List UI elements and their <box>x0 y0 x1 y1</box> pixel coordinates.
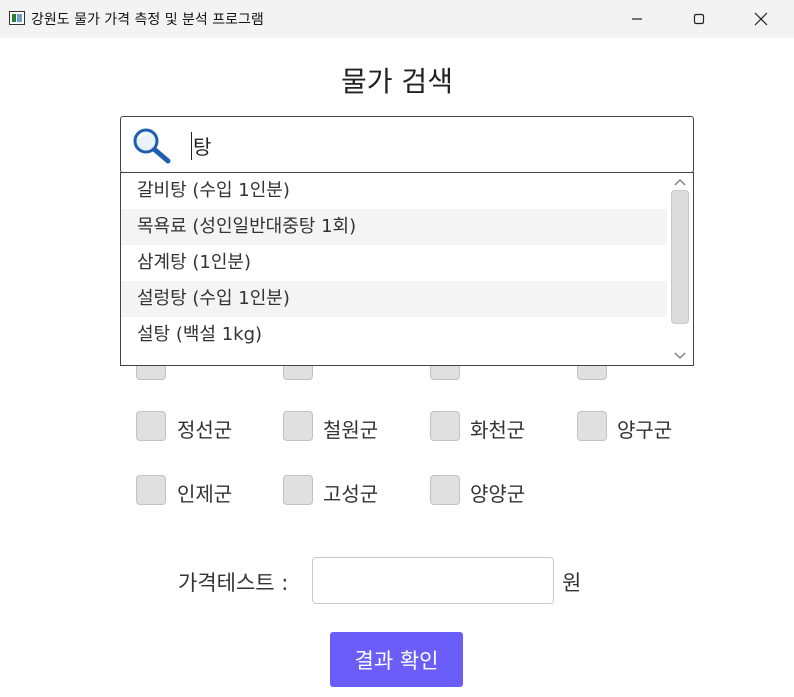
search-box[interactable] <box>120 116 694 173</box>
region-label-hwacheon: 화천군 <box>470 418 526 442</box>
text-caret <box>191 132 192 160</box>
suggestion-item[interactable]: 갈비탕 (수입 1인분) <box>121 173 667 209</box>
confirm-result-button[interactable]: 결과 확인 <box>330 632 463 687</box>
scroll-up-button[interactable] <box>672 175 688 189</box>
price-unit-label: 원 <box>562 571 582 595</box>
suggestion-item[interactable]: 목욕료 (성인일반대중탕 1회) <box>121 209 667 245</box>
region-label-inje: 인제군 <box>177 482 233 506</box>
close-icon <box>754 12 768 26</box>
chevron-down-icon <box>674 352 686 359</box>
suggestion-item[interactable]: 설탕 (백설 1kg) <box>121 317 667 353</box>
scrollbar[interactable] <box>667 173 693 365</box>
region-label-cheorwon: 철원군 <box>323 418 379 442</box>
window-title: 강원도 물가 가격 측정 및 분석 프로그램 <box>31 12 264 28</box>
suggestion-item[interactable]: 삼계탕 (1인분) <box>121 245 667 281</box>
maximize-button[interactable] <box>676 0 722 38</box>
app-icon <box>9 11 25 25</box>
price-test-label: 가격테스트 : <box>178 571 289 595</box>
price-input[interactable] <box>312 557 554 604</box>
suggestion-item[interactable]: 설렁탕 (수입 1인분) <box>121 281 667 317</box>
region-checkbox-goseong[interactable] <box>283 475 313 505</box>
search-icon <box>133 128 171 164</box>
region-checkbox-hwacheon[interactable] <box>430 411 460 441</box>
region-checkbox-yanggu[interactable] <box>577 411 607 441</box>
region-label-goseong: 고성군 <box>323 482 379 506</box>
search-input[interactable] <box>193 126 673 164</box>
region-checkbox-jeongseon[interactable] <box>136 411 166 441</box>
close-button[interactable] <box>738 0 784 38</box>
scroll-down-button[interactable] <box>672 349 688 363</box>
chevron-up-icon <box>674 179 686 186</box>
minimize-button[interactable] <box>614 0 660 38</box>
region-label-jeongseon: 정선군 <box>177 418 233 442</box>
region-checkbox-cheorwon[interactable] <box>283 411 313 441</box>
maximize-icon <box>693 13 705 25</box>
region-checkbox-yangyang[interactable] <box>430 475 460 505</box>
window-titlebar: 강원도 물가 가격 측정 및 분석 프로그램 <box>0 0 794 38</box>
region-checkbox-inje[interactable] <box>136 475 166 505</box>
suggestion-list[interactable]: 갈비탕 (수입 1인분) 목욕료 (성인일반대중탕 1회) 삼계탕 (1인분) … <box>120 172 694 366</box>
scrollbar-thumb[interactable] <box>671 190 689 324</box>
region-label-yangyang: 양양군 <box>470 482 526 506</box>
region-label-yanggu: 양구군 <box>617 418 673 442</box>
page-title: 물가 검색 <box>341 65 453 98</box>
minimize-icon <box>632 18 642 20</box>
